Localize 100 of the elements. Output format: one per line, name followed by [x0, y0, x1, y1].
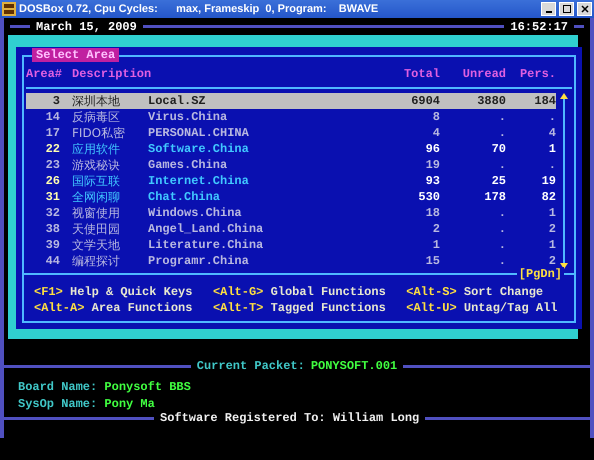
- area-number: 14: [44, 109, 61, 125]
- scroll-up-icon[interactable]: [560, 93, 568, 99]
- area-number: 44: [44, 253, 61, 269]
- maximize-button[interactable]: [559, 2, 574, 16]
- unread-count: .: [498, 157, 506, 173]
- app-icon: [2, 2, 16, 16]
- area-row[interactable]: 22 应用软件 Software.China 96 70 1: [26, 141, 556, 157]
- maximize-icon: [562, 5, 570, 13]
- area-name: Windows.China: [148, 205, 243, 221]
- page-down-hint: [PgDn]: [516, 267, 564, 281]
- total-count: 4: [432, 125, 440, 141]
- area-row[interactable]: 31 全网闲聊 Chat.China 530 178 82: [26, 189, 556, 205]
- area-number: 23: [44, 157, 61, 173]
- minimize-button[interactable]: [541, 2, 556, 16]
- column-header: Pers.: [518, 67, 556, 81]
- area-chinese-name: 天使田园: [72, 221, 121, 237]
- area-name: Angel_Land.China: [148, 221, 264, 237]
- packet-label: Current Packet:: [196, 359, 305, 373]
- area-number: 22: [44, 141, 61, 157]
- area-name: Local.SZ: [148, 93, 207, 109]
- time-text: 16:52:17: [510, 20, 568, 34]
- personal-count: 2: [548, 221, 556, 237]
- total-count: 18: [424, 205, 440, 221]
- area-chinese-name: 应用软件: [72, 141, 121, 157]
- shortcut-button[interactable]: <F1> Help & Quick Keys: [34, 285, 199, 299]
- area-name: Software.China: [148, 141, 250, 157]
- personal-count: 184: [533, 93, 556, 109]
- window-title: DOSBox 0.72, Cpu Cycles: max, Frameskip 0, Program: BWAVE: [19, 3, 380, 15]
- personal-count: .: [548, 109, 556, 125]
- info-label: Board Name:: [18, 380, 98, 394]
- area-number: 26: [44, 173, 61, 189]
- area-row[interactable]: 14 反病毒区 Virus.China 8 . .: [26, 109, 556, 125]
- unread-count: .: [498, 205, 506, 221]
- packet-value: PONYSOFT.001: [310, 359, 398, 373]
- personal-count: 1: [548, 237, 556, 253]
- unread-count: .: [498, 253, 506, 269]
- unread-count: 70: [490, 141, 506, 157]
- panel-title: Select Area: [32, 48, 120, 62]
- scroll-down-icon[interactable]: [560, 263, 568, 269]
- personal-count: .: [548, 157, 556, 173]
- area-row[interactable]: 38 天使田园 Angel_Land.China 2 . 2: [26, 221, 556, 237]
- area-row[interactable]: 17 FIDO私密 PERSONAL.CHINA 4 . 4: [26, 125, 556, 141]
- personal-count: 82: [540, 189, 556, 205]
- unread-count: 25: [490, 173, 506, 189]
- total-count: 96: [424, 141, 440, 157]
- personal-count: 1: [548, 141, 556, 157]
- personal-count: 4: [548, 125, 556, 141]
- date-text: March 15, 2009: [36, 20, 137, 34]
- shortcut-button[interactable]: <Alt-T> Tagged Functions: [212, 301, 392, 315]
- info-label: SysOp Name:: [18, 397, 98, 411]
- area-number: 32: [44, 205, 61, 221]
- area-name: Chat.China: [148, 189, 222, 205]
- unread-count: 3880: [476, 93, 506, 109]
- column-header: Area#: [26, 67, 64, 81]
- area-row[interactable]: 26 国际互联 Internet.China 93 25 19: [26, 173, 556, 189]
- total-count: 93: [424, 173, 440, 189]
- area-row[interactable]: 39 文学天地 Literature.China 1 . 1: [26, 237, 556, 253]
- shortcut-button[interactable]: <Alt-S> Sort Change: [406, 285, 564, 299]
- area-name: PERSONAL.CHINA: [148, 125, 250, 141]
- shortcut-button[interactable]: <Alt-A> Area Functions: [34, 301, 199, 315]
- area-row[interactable]: 23 游戏秘诀 Games.China 19 . .: [26, 157, 556, 173]
- personal-count: 2: [548, 253, 556, 268]
- close-icon: [580, 5, 588, 13]
- area-chinese-name: 深圳本地: [72, 93, 121, 109]
- shortcut-button[interactable]: <Alt-U> Untag/Tag All: [406, 301, 564, 315]
- area-name: Virus.China: [148, 109, 228, 125]
- info-value: Pony Ma: [104, 397, 155, 411]
- total-count: 8: [432, 109, 440, 125]
- unread-count: .: [498, 237, 506, 253]
- unread-count: .: [498, 125, 506, 141]
- area-name: Internet.China: [148, 173, 250, 189]
- area-number: 38: [44, 221, 61, 237]
- area-row[interactable]: 32 视窗使用 Windows.China 18 . 1: [26, 205, 556, 221]
- area-number: 3: [52, 93, 61, 109]
- area-chinese-name: 视窗使用: [72, 205, 121, 221]
- area-number: 17: [44, 125, 61, 141]
- personal-count: 19: [540, 173, 556, 189]
- column-header: Unread: [462, 67, 506, 81]
- total-count: 6904: [410, 93, 440, 109]
- total-count: 15: [424, 253, 440, 269]
- area-chinese-name: 文学天地: [72, 237, 121, 253]
- shortcut-button[interactable]: <Alt-G> Global Functions: [212, 285, 392, 299]
- area-chinese-name: 国际互联: [72, 173, 121, 189]
- close-button[interactable]: [577, 2, 592, 16]
- unread-count: .: [498, 109, 506, 125]
- total-count: 2: [432, 221, 440, 237]
- area-number: 39: [44, 237, 61, 253]
- area-row[interactable]: 44 编程探讨 Programr.China 15 . 2: [26, 253, 556, 269]
- area-chinese-name: 全网闲聊: [72, 189, 121, 205]
- area-chinese-name: FIDO私密: [72, 125, 126, 141]
- registration-text: Software Registered To: William Long: [159, 411, 420, 425]
- column-header: Total: [402, 67, 440, 81]
- total-count: 530: [417, 189, 440, 205]
- area-name: Programr.China: [148, 253, 250, 269]
- area-name: Literature.China: [148, 237, 264, 253]
- area-chinese-name: 反病毒区: [72, 109, 121, 125]
- area-row[interactable]: 3 深圳本地 Local.SZ 6904 3880 184: [26, 93, 556, 109]
- unread-count: .: [498, 221, 506, 237]
- area-chinese-name: 游戏秘诀: [72, 157, 121, 173]
- area-number: 31: [44, 189, 61, 205]
